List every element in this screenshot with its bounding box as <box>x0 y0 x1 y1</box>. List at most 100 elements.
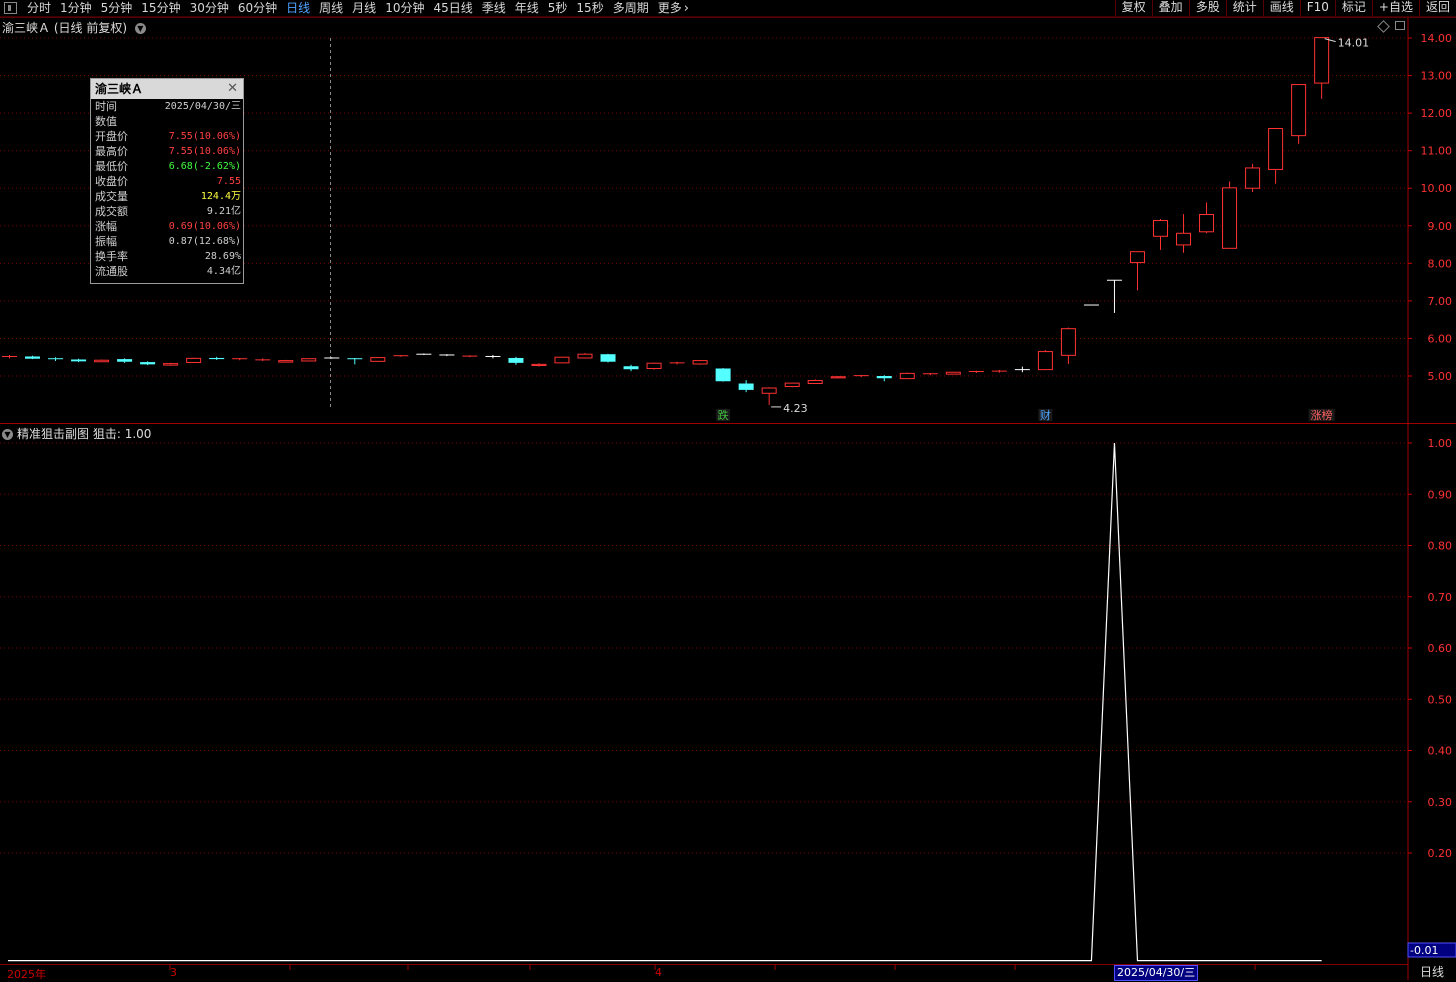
candle <box>301 358 317 362</box>
candle <box>761 387 777 405</box>
candle <box>278 359 294 363</box>
event-marker: 财 <box>1040 408 1051 422</box>
candle <box>1129 251 1145 291</box>
candle-body <box>1268 128 1284 170</box>
candle <box>25 355 41 360</box>
info-row-value: 0.87(12.68%) <box>168 236 241 247</box>
info-row: 开盘价 7.55(10.06%) <box>91 129 243 144</box>
candle <box>347 357 363 365</box>
candle-body <box>1199 214 1215 233</box>
candle <box>876 375 892 382</box>
candle <box>646 362 662 370</box>
quote-info-box[interactable]: 渝三峡Ａ ✕ 时间 2025/04/30/三 数值 开盘价 7.55(10.06%) 最高… <box>90 78 244 284</box>
indicator-axis-label: 0.90 <box>1428 488 1453 501</box>
candle <box>830 376 846 379</box>
indicator-options-chevron-icon[interactable]: ▼ <box>2 429 13 440</box>
price-axis-label: 8.00 <box>1428 257 1453 270</box>
info-row-label: 数值 <box>95 115 117 128</box>
price-axis-label: 13.00 <box>1421 70 1453 83</box>
info-row: 振幅 0.87(12.68%) <box>91 234 243 249</box>
info-row: 流通股 4.34亿 <box>91 264 243 279</box>
info-row-label: 最低价 <box>95 160 128 173</box>
candle <box>255 358 271 361</box>
candle-body <box>71 359 87 362</box>
candle <box>163 362 179 366</box>
event-marker: 跌 <box>718 408 729 422</box>
candle-body <box>554 356 570 364</box>
candle <box>784 382 800 388</box>
high-price-label: 14.01 <box>1338 37 1370 50</box>
info-row: 最低价 6.68(-2.62%) <box>91 159 243 174</box>
candle <box>324 357 340 359</box>
info-row-label: 收盘价 <box>95 175 128 188</box>
price-axis-label: 7.00 <box>1428 295 1453 308</box>
candle-body <box>186 357 202 363</box>
candle <box>71 358 87 363</box>
low-price-label: 4.23 <box>783 402 808 415</box>
info-row: 收盘价 7.55 <box>91 174 243 189</box>
candle <box>117 358 133 363</box>
info-row-value: 7.55(10.06%) <box>168 146 241 157</box>
indicator-axis-label: 0.20 <box>1428 847 1453 860</box>
candle-body <box>25 356 41 359</box>
indicator-axis-label: 0.30 <box>1428 796 1453 809</box>
candle-body <box>531 363 547 366</box>
candle <box>370 356 386 362</box>
candle <box>1245 163 1261 192</box>
candle <box>209 356 225 360</box>
info-row-value: 9.21亿 <box>206 206 241 217</box>
candle-body <box>209 357 225 360</box>
candle <box>738 380 754 393</box>
price-axis-label: 11.00 <box>1421 145 1453 158</box>
candle <box>1199 202 1215 234</box>
candle <box>853 374 869 378</box>
date-label-march: 3 <box>170 966 177 979</box>
candle-body <box>94 359 110 363</box>
candle-body <box>278 360 294 363</box>
indicator-axis-label: 0.80 <box>1428 540 1453 553</box>
candle-body <box>623 366 639 370</box>
candle <box>945 371 961 375</box>
candle <box>899 372 915 380</box>
candle <box>531 363 547 367</box>
period-footer[interactable]: 日线 <box>1408 964 1456 980</box>
candle-body <box>1176 232 1192 246</box>
info-row: 成交量 124.4万 <box>91 189 243 204</box>
candle <box>669 361 685 365</box>
candle-body <box>738 383 754 390</box>
info-row-value: 28.69% <box>204 251 241 262</box>
info-row-label: 成交量 <box>95 190 128 203</box>
info-row-label: 涨幅 <box>95 220 117 233</box>
indicator-header: ▼ 精准狙击副图 狙击: 1.00 <box>2 425 151 442</box>
candle-body <box>761 387 777 394</box>
candle-body <box>899 372 915 380</box>
cursor-date-label: 2025/04/30/三 <box>1114 965 1199 981</box>
candle-body <box>715 368 731 382</box>
candle-body <box>577 353 593 359</box>
candle-body <box>945 371 961 375</box>
candle <box>2 354 17 359</box>
date-axis: 2025年 3 4 2025/04/30/三 <box>0 964 1408 981</box>
info-row-value: 7.55 <box>216 176 241 187</box>
candle <box>1222 181 1238 249</box>
info-row-value: 6.68(-2.62%) <box>168 161 241 172</box>
candle-body <box>646 362 662 369</box>
close-icon[interactable]: ✕ <box>227 82 238 95</box>
candle <box>554 356 570 364</box>
candle <box>485 354 501 359</box>
candle-body <box>370 357 386 362</box>
candle-body <box>600 354 616 362</box>
candle <box>1268 128 1284 184</box>
info-row-label: 换手率 <box>95 250 128 263</box>
candle <box>1153 219 1168 250</box>
info-row-value: 2025/04/30/三 <box>164 101 241 112</box>
candle <box>922 372 938 376</box>
candle <box>140 361 156 366</box>
candle <box>439 354 455 357</box>
info-row: 数值 <box>91 114 243 129</box>
info-row: 最高价 7.55(10.06%) <box>91 144 243 159</box>
candle <box>577 353 593 359</box>
candle-body <box>117 359 133 362</box>
price-axis-label: 5.00 <box>1428 370 1453 383</box>
candle <box>968 370 984 373</box>
